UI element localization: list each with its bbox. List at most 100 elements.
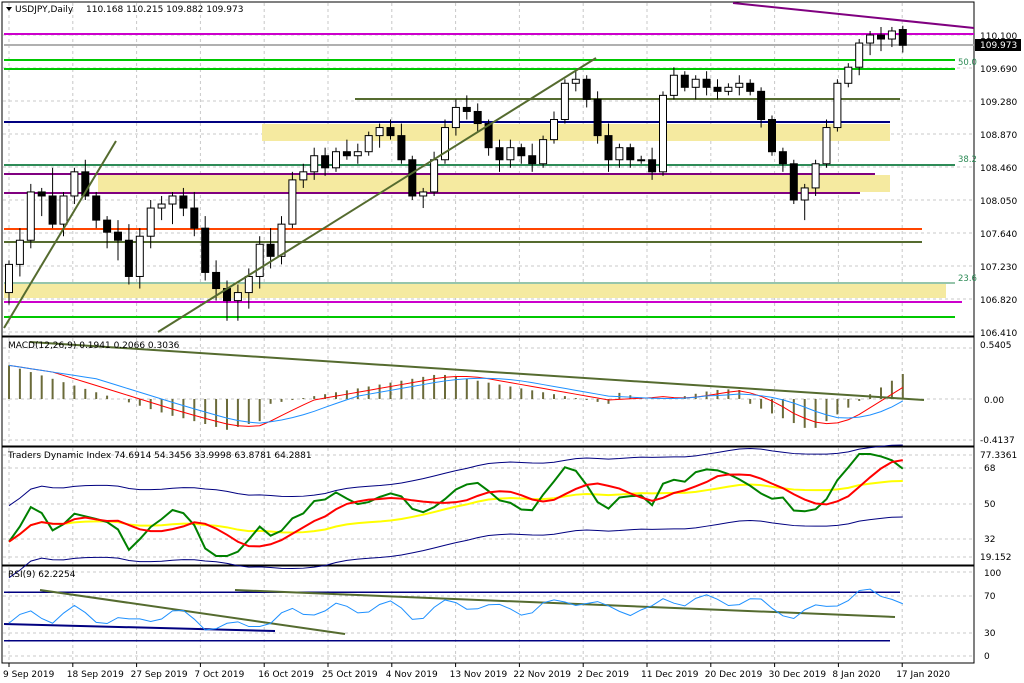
candle-bull: [244, 275, 253, 294]
candle-bull: [887, 30, 896, 40]
candle-bull: [866, 34, 875, 44]
y-tick: 107.640: [980, 230, 1017, 240]
candle-bear: [397, 135, 406, 161]
candle-bear: [179, 195, 188, 209]
y-tick: 19.152: [980, 553, 1012, 563]
candle-bull: [288, 179, 297, 225]
candle-bear: [473, 110, 482, 125]
candle-bull: [157, 203, 166, 209]
tdi-label: Traders Dynamic Index 74.6914 54.3456 33…: [7, 451, 312, 461]
rsi-axis: 100 70 30 0: [984, 569, 1001, 662]
candle-bear: [103, 219, 112, 233]
candle-bull: [277, 223, 286, 257]
candle-bull: [15, 239, 24, 265]
x-tick-label: 16 Oct 2019: [258, 670, 314, 680]
candle-bull: [255, 243, 264, 277]
y-tick: 106.820: [980, 296, 1017, 306]
candle-bear: [37, 191, 46, 197]
candle-bear: [124, 239, 133, 277]
y-tick: 108.460: [980, 164, 1017, 174]
candle-bear: [48, 195, 57, 225]
y-tick: 30: [984, 629, 996, 639]
candle-bear: [517, 147, 526, 157]
y-tick: -0.4137: [980, 436, 1015, 446]
x-tick-label: 22 Nov 2019: [513, 670, 571, 680]
tdi-panel-frame: [1, 446, 975, 566]
candle-bear: [462, 106, 471, 112]
trading-chart[interactable]: USDJPY,Daily 110.168 110.215 109.882 109…: [0, 0, 1024, 683]
zone-upper: [262, 124, 890, 141]
x-tick-label: 11 Dec 2019: [641, 670, 699, 680]
candle-bear: [898, 29, 907, 46]
candle-bear: [604, 135, 613, 161]
candle-bear: [386, 127, 395, 137]
y-tick: 100: [984, 569, 1001, 579]
y-tick: 109.280: [980, 98, 1017, 108]
zone-lower: [4, 284, 946, 298]
candle-bear: [266, 243, 275, 257]
candle-bull: [451, 106, 460, 129]
y-tick: 108.050: [980, 197, 1017, 207]
macd-axis: 0.5405 0.00 -0.4137: [980, 341, 1015, 446]
ohlc-readout: 110.168 110.215 109.882 109.973: [86, 5, 243, 15]
y-tick: 106.410: [980, 329, 1017, 339]
x-tick-label: 9 Sep 2019: [3, 670, 55, 680]
candle-bull: [135, 235, 144, 277]
candle-bull: [571, 78, 580, 84]
candle-bull: [310, 155, 319, 173]
candle-bear: [212, 271, 221, 290]
candle-bear: [190, 207, 199, 229]
candle-bull: [800, 187, 809, 201]
candle-bull: [332, 151, 340, 169]
tdi-axis: 77.3361 68 50 32 19.152: [980, 451, 1017, 563]
candle-bull: [855, 42, 864, 68]
candle-bear: [626, 147, 635, 161]
candle-bear: [757, 90, 766, 121]
candle-bull: [833, 82, 842, 129]
candle-bear: [768, 119, 776, 153]
candle-bull: [353, 151, 362, 157]
candle-bear: [746, 82, 755, 92]
rsi-label: RSI(9) 62.2254: [8, 570, 76, 580]
x-tick-label: 4 Nov 2019: [386, 670, 438, 680]
candle-bull: [691, 78, 700, 88]
candle-bull: [615, 147, 624, 161]
x-tick-label: 17 Jan 2020: [896, 670, 950, 680]
y-tick: 0.00: [984, 396, 1004, 406]
candle-bull: [375, 127, 384, 137]
candle-bear: [680, 74, 689, 88]
candle-bear: [648, 159, 657, 173]
fib-label-23: 23.6: [958, 274, 977, 284]
candle-bear: [582, 78, 591, 100]
candle-bear: [593, 98, 602, 137]
candle-bull: [59, 195, 68, 225]
candle-bull: [669, 74, 678, 96]
fib-label-50: 50.0: [958, 58, 977, 68]
symbol-title: USDJPY,Daily: [15, 5, 74, 15]
y-tick: 0: [984, 652, 990, 662]
zone-middle: [98, 175, 890, 192]
candle-bull: [659, 94, 667, 173]
date-axis: 9 Sep 2019 18 Sep 2019 27 Sep 2019 7 Oct 20…: [3, 663, 950, 680]
candle-bear: [321, 155, 330, 169]
candle-bear: [114, 231, 122, 241]
candle-bull: [844, 66, 853, 84]
candle-bull: [146, 207, 155, 237]
candle-bull: [430, 159, 439, 193]
y-tick: 107.230: [980, 263, 1017, 273]
candle-bull: [364, 135, 373, 153]
candle-bull: [5, 263, 13, 294]
x-tick-label: 13 Nov 2019: [450, 670, 508, 680]
x-tick-label: 2 Dec 2019: [577, 670, 629, 680]
candle-bear: [702, 78, 711, 88]
candle-bear: [778, 151, 787, 165]
y-tick: 68: [984, 464, 996, 474]
x-tick-label: 7 Oct 2019: [194, 670, 244, 680]
y-tick: 109.690: [980, 65, 1017, 75]
candle-bull: [735, 82, 744, 88]
candle-bull: [419, 191, 428, 197]
candle-bull: [724, 86, 733, 92]
candle-bull: [560, 82, 569, 121]
candle-bear: [528, 155, 537, 165]
candle-bear: [789, 163, 798, 201]
